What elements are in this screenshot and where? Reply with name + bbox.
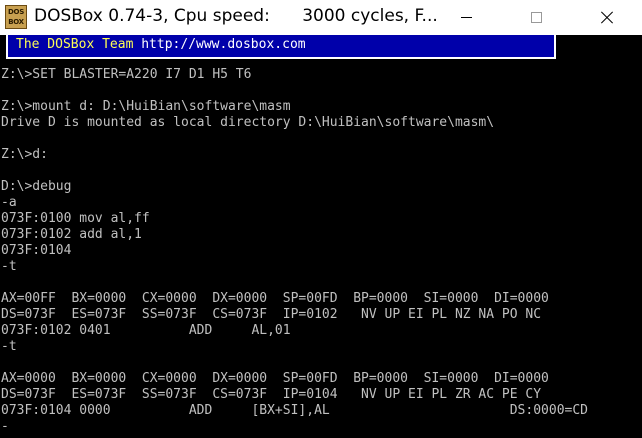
minimize-button[interactable] [443, 0, 489, 35]
terminal-line: -a [1, 195, 17, 210]
maximize-button[interactable] [513, 0, 559, 35]
terminal-line: DS=073F ES=073F SS=073F CS=073F IP=0104 … [1, 387, 542, 402]
window-title: DOSBox 0.74-3, Cpu speed: 3000 cycles, F… [34, 6, 438, 26]
minimize-icon [460, 17, 472, 18]
banner-url: http://www.dosbox.com [141, 37, 306, 52]
terminal-line: DS=073F ES=073F SS=073F CS=073F IP=0102 … [1, 307, 542, 322]
terminal-line: Z:\>mount d: D:\HuiBian\software\masm [1, 99, 291, 114]
close-button[interactable] [583, 0, 629, 35]
terminal-line: -t [1, 339, 17, 354]
terminal-line: 073F:0102 0401 ADD AL,01 [1, 323, 291, 338]
terminal-line: Z:\>d: [1, 147, 48, 162]
terminal-line: AX=00FF BX=0000 CX=0000 DX=0000 SP=00FD … [1, 291, 549, 306]
terminal-line: -t [1, 259, 17, 274]
terminal-line: D:\>debug [1, 179, 72, 194]
banner-text: The DOSBox Team http://www.dosbox.com [16, 37, 306, 53]
terminal-line: Z:\>SET BLASTER=A220 I7 D1 H5 T6 [1, 67, 252, 82]
title-bar[interactable]: DOS BOX DOSBox 0.74-3, Cpu speed: 3000 c… [0, 0, 642, 35]
terminal-output: Z:\>SET BLASTER=A220 I7 D1 H5 T6 Z:\>mou… [1, 67, 588, 435]
dosbox-banner: The DOSBox Team http://www.dosbox.com [6, 35, 556, 59]
app-icon-text-bottom: BOX [8, 18, 24, 26]
dosbox-app-icon[interactable]: DOS BOX [5, 5, 27, 29]
maximize-icon [530, 12, 542, 23]
app-icon-text-top: DOS [8, 8, 24, 16]
terminal-line: 073F:0104 [1, 243, 72, 258]
banner-team-text: The DOSBox Team [16, 37, 142, 52]
terminal-line: 073F:0102 add al,1 [1, 227, 142, 242]
terminal-line: Drive D is mounted as local directory D:… [1, 115, 495, 130]
terminal-line: 073F:0104 0000 ADD [BX+SI],AL DS:0000=CD [1, 403, 588, 418]
dosbox-window: DOS BOX DOSBox 0.74-3, Cpu speed: 3000 c… [0, 0, 642, 438]
close-icon [599, 11, 613, 25]
terminal-line: AX=0000 BX=0000 CX=0000 DX=0000 SP=00FD … [1, 371, 549, 386]
dos-terminal[interactable]: The DOSBox Team http://www.dosbox.com Z:… [0, 35, 642, 438]
terminal-line: - [1, 419, 9, 434]
terminal-line: 073F:0100 mov al,ff [1, 211, 150, 226]
